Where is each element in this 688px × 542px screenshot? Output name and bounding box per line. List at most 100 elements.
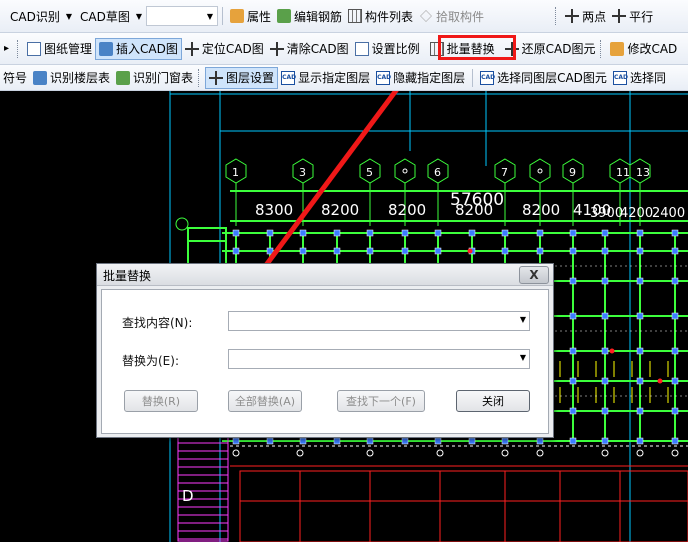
clear-cad-button[interactable]: 清除CAD图 bbox=[267, 38, 352, 60]
column bbox=[569, 437, 577, 445]
column bbox=[501, 247, 509, 255]
chevron-down-icon[interactable]: ▼ bbox=[520, 315, 526, 324]
column bbox=[569, 312, 577, 320]
locate-cad-label: 定位CAD图 bbox=[201, 42, 264, 56]
properties-label: 属性 bbox=[247, 9, 272, 24]
dialog-title: 批量替换 bbox=[103, 269, 152, 283]
identify-floor-table-button[interactable]: 识别楼层表 bbox=[30, 67, 113, 89]
toolbar-grip bbox=[555, 7, 558, 25]
cad-icon: CAD bbox=[281, 70, 296, 85]
dialog-close-button[interactable]: X bbox=[519, 266, 549, 284]
axis-label: 13 bbox=[636, 166, 650, 179]
column bbox=[601, 437, 609, 445]
close-button[interactable]: 关闭 bbox=[456, 390, 530, 412]
layer-settings-button[interactable]: 图层设置 bbox=[205, 66, 279, 89]
axis-bubble-side bbox=[175, 217, 189, 231]
modify-cad-button[interactable]: 修改CAD bbox=[607, 38, 680, 60]
column bbox=[569, 229, 577, 237]
axis-circle bbox=[366, 449, 374, 457]
axis-circle bbox=[636, 449, 644, 457]
column bbox=[569, 407, 577, 415]
drawing-manage-button[interactable]: 图纸管理 bbox=[24, 38, 95, 60]
two-points-button[interactable]: 两点 bbox=[562, 5, 609, 27]
parallel-icon bbox=[612, 9, 627, 23]
dialog-titlebar[interactable]: 批量替换 X bbox=[97, 264, 553, 286]
column bbox=[299, 437, 307, 445]
chevron-down-icon: ▼ bbox=[135, 11, 142, 21]
column bbox=[299, 229, 307, 237]
replace-button[interactable]: 替换(R) bbox=[124, 390, 198, 412]
find-label: 查找内容(N): bbox=[122, 316, 193, 330]
layer-settings-icon bbox=[209, 70, 224, 85]
column bbox=[401, 437, 409, 445]
insert-cad-icon bbox=[99, 41, 114, 56]
axis-label: 6 bbox=[434, 166, 441, 179]
restore-cad-button[interactable]: 还原CAD图元 bbox=[502, 38, 599, 60]
column bbox=[569, 277, 577, 285]
dimension-text: 8200 bbox=[388, 201, 426, 219]
toolbar-grip bbox=[600, 39, 603, 58]
edit-rebar-icon bbox=[277, 9, 292, 23]
select-same-layer-button[interactable]: CAD 选择同图层CAD图元 bbox=[477, 67, 610, 89]
column bbox=[671, 407, 679, 415]
locate-cad-button[interactable]: 定位CAD图 bbox=[182, 38, 267, 60]
component-list-button[interactable]: 构件列表 bbox=[345, 5, 416, 27]
axis-dot bbox=[402, 168, 408, 174]
column bbox=[333, 229, 341, 237]
symbol-button[interactable]: 符号 bbox=[0, 67, 30, 89]
column bbox=[434, 247, 442, 255]
parallel-button[interactable]: 平行 bbox=[609, 5, 656, 27]
column bbox=[536, 437, 544, 445]
highlight-box bbox=[438, 35, 516, 60]
properties-icon bbox=[230, 9, 244, 23]
dimension-text-right: 2400 bbox=[652, 206, 685, 221]
parallel-label: 平行 bbox=[629, 9, 654, 24]
replace-input[interactable]: ▼ bbox=[228, 349, 530, 369]
replace-all-button[interactable]: 全部替换(A) bbox=[228, 390, 302, 412]
hide-layer-button[interactable]: CAD 隐藏指定图层 bbox=[373, 67, 468, 89]
clear-cad-label: 清除CAD图 bbox=[286, 42, 349, 56]
side-label-text: D bbox=[182, 487, 194, 505]
column bbox=[232, 229, 240, 237]
pick-component-button[interactable]: 拾取构件 bbox=[416, 5, 487, 27]
column bbox=[333, 247, 341, 255]
column bbox=[636, 277, 644, 285]
cad-recognize-combo[interactable]: CAD识别 ▼ bbox=[6, 6, 76, 26]
axis-circle bbox=[671, 449, 679, 457]
axis-dot bbox=[537, 168, 543, 174]
column bbox=[636, 407, 644, 415]
separator bbox=[222, 7, 223, 25]
cad-sketch-combo[interactable]: CAD草图 ▼ bbox=[76, 6, 146, 26]
find-next-button[interactable]: 查找下一个(F) bbox=[337, 390, 425, 412]
select-same-button[interactable]: CAD 选择同 bbox=[610, 67, 669, 89]
edit-rebar-label: 编辑钢筋 bbox=[294, 9, 343, 24]
column bbox=[266, 437, 274, 445]
axis-label: 7 bbox=[501, 166, 508, 179]
cad-icon: CAD bbox=[480, 70, 495, 85]
node bbox=[657, 378, 663, 384]
column bbox=[601, 247, 609, 255]
column bbox=[601, 229, 609, 237]
axis-bubble bbox=[394, 158, 416, 184]
node bbox=[467, 248, 473, 254]
pick-component-label: 拾取构件 bbox=[436, 9, 485, 24]
batch-replace-dialog[interactable]: 批量替换 X 查找内容(N): ▼ 替换为(E): ▼ 替换(R) 全部替换(A… bbox=[96, 263, 554, 438]
empty-combo[interactable]: ▼ bbox=[146, 6, 218, 26]
axis-label: 1 bbox=[232, 166, 239, 179]
restore-cad-label: 还原CAD图元 bbox=[521, 42, 596, 56]
column bbox=[501, 437, 509, 445]
properties-button[interactable]: 属性 bbox=[227, 5, 274, 27]
insert-cad-button[interactable]: 插入CAD图 bbox=[95, 37, 182, 60]
column bbox=[569, 377, 577, 385]
set-scale-button[interactable]: 设置比例 bbox=[352, 38, 423, 60]
layer-settings-label: 图层设置 bbox=[226, 71, 275, 85]
pick-icon bbox=[420, 10, 432, 22]
show-layer-button[interactable]: CAD 显示指定图层 bbox=[278, 67, 373, 89]
identify-door-window-label: 识别门窗表 bbox=[133, 71, 194, 85]
find-input[interactable]: ▼ bbox=[228, 311, 530, 331]
chevron-down-icon[interactable]: ▼ bbox=[520, 353, 526, 362]
axis-label: 11 bbox=[616, 166, 630, 179]
identify-door-window-button[interactable]: 识别门窗表 bbox=[113, 67, 196, 89]
edit-rebar-button[interactable]: 编辑钢筋 bbox=[274, 5, 345, 27]
cad-icon: CAD bbox=[612, 70, 628, 85]
